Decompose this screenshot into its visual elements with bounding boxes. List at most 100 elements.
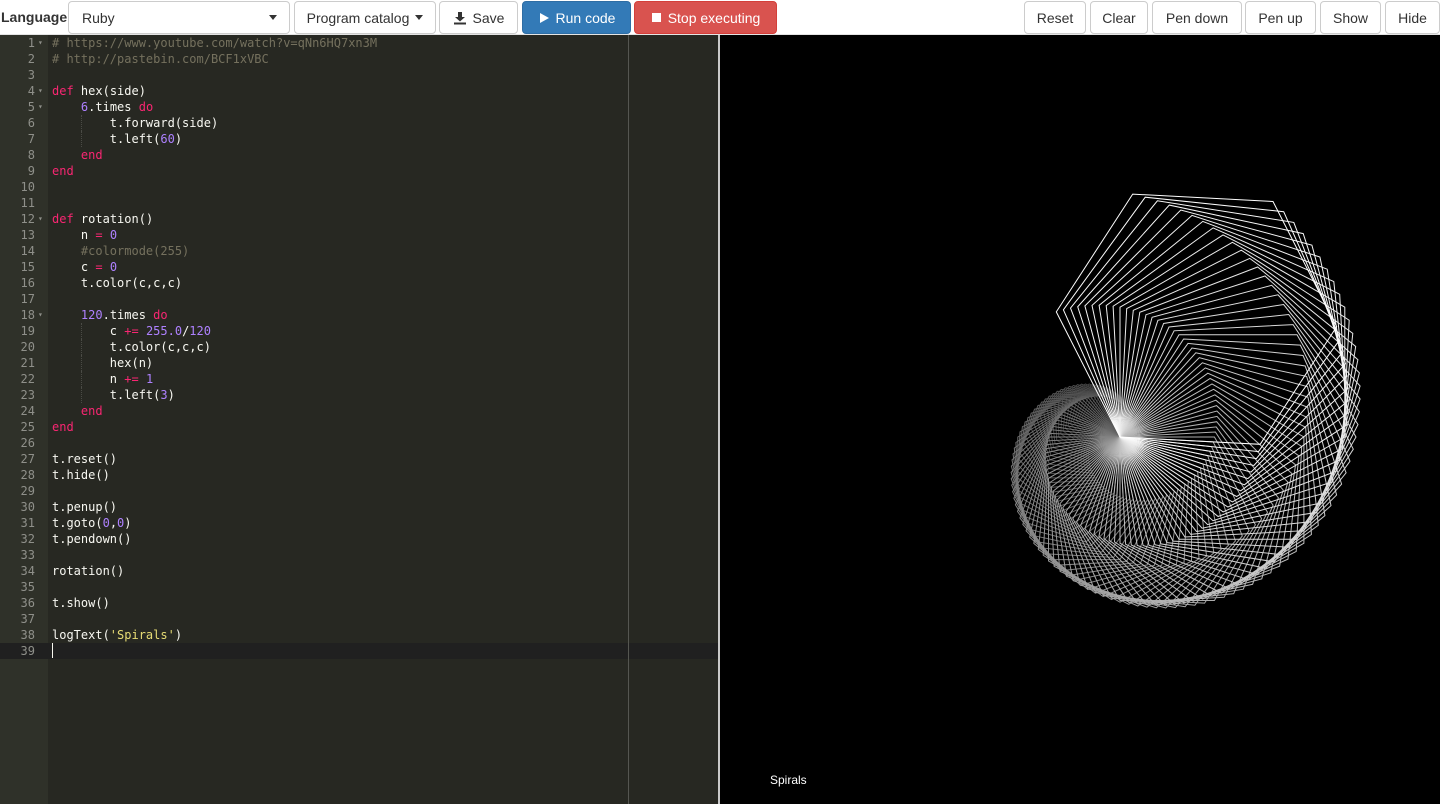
code-token: ) [167,388,175,402]
line-number: 34 [20,564,35,578]
reset-label: Reset [1036,9,1074,26]
save-button[interactable]: Save [439,1,518,34]
line-number: 4 [27,84,35,98]
pen-down-button[interactable]: Pen down [1152,1,1242,34]
program-catalog-label: Program catalog [306,9,410,26]
reset-button[interactable]: Reset [1024,1,1086,34]
code-line: 13 n = 0 [0,227,718,243]
line-number: 24 [20,404,35,418]
line-number: 21 [20,356,35,370]
code-line: 19 c += 255.0/120 [0,323,718,339]
code-line: 3 [0,67,718,83]
code-editor[interactable]: 1 ▾ # https://www.youtube.com/watch?v=qNn6… [0,35,718,804]
code-token: end [52,164,74,178]
line-number: 3 [27,68,35,82]
line-number: 35 [20,580,35,594]
play-icon [538,12,550,24]
code-line: 36 t.show() [0,595,718,611]
code-line: 10 [0,179,718,195]
code-token: 1 [145,372,154,386]
run-code-button[interactable]: Run code [522,1,631,34]
line-number: 7 [27,132,35,146]
code-text: t.forward(side) [52,115,218,131]
indent-guide [80,371,83,387]
line-number: 33 [20,548,35,562]
fold-toggle-icon[interactable]: ▾ [38,83,46,99]
code-text: t.color(c,c,c) [52,339,211,355]
code-text: 6.times do [52,99,153,115]
code-line: 39 [0,643,718,659]
code-token: do [153,308,168,322]
fold-toggle-icon[interactable]: ▾ [38,99,46,115]
spiral-hexagons [1010,193,1361,609]
code-line: 20 t.color(c,c,c) [0,339,718,355]
line-number: 12 [20,212,35,226]
stop-executing-button[interactable]: Stop executing [634,1,777,34]
line-number: 23 [20,388,35,402]
code-text: end [52,403,103,419]
line-number: 20 [20,340,35,354]
turtle-drawing [1010,193,1361,609]
code-token: t.hide() [52,468,110,482]
line-number: 26 [20,436,35,450]
language-select[interactable]: Ruby [68,1,290,34]
hide-button[interactable]: Hide [1385,1,1440,34]
code-line: 32 t.pendown() [0,531,718,547]
line-number: 19 [20,324,35,338]
code-text: # https://www.youtube.com/watch?v=qNn6HQ… [52,35,377,51]
clear-button[interactable]: Clear [1090,1,1148,34]
code-line: 24 end [0,403,718,419]
line-number: 27 [20,452,35,466]
code-token: 3 [160,388,168,402]
language-select-value: Ruby [82,9,115,26]
code-line: 21 hex(n) [0,355,718,371]
code-token: t.show() [52,596,110,610]
code-line: 1 ▾ # https://www.youtube.com/watch?v=qNn6… [0,35,718,51]
code-line: 37 [0,611,718,627]
fold-toggle-icon[interactable]: ▾ [38,211,46,227]
code-line: 5 ▾ 6.times do [0,99,718,115]
program-catalog-button[interactable]: Program catalog [294,1,436,34]
chevron-down-icon [269,15,277,20]
code-token: 0 [109,260,118,274]
code-line: 6 t.forward(side) [0,115,718,131]
code-line: 26 [0,435,718,451]
code-text: t.goto(0,0) [52,515,132,531]
fold-toggle-icon[interactable]: ▾ [38,35,46,51]
hide-label: Hide [1398,9,1427,26]
code-line: 8 end [0,147,718,163]
code-token: .times [88,100,139,114]
code-text: t.penup() [52,499,117,515]
turtle-canvas[interactable]: Spirals [720,35,1440,804]
line-number: 1 [27,36,35,50]
pen-down-label: Pen down [1165,9,1229,26]
indent-guide [80,355,83,371]
fold-toggle-icon[interactable]: ▾ [38,307,46,323]
pen-up-button[interactable]: Pen up [1245,1,1316,34]
code-token: ) [174,628,183,642]
code-token: end [80,148,103,162]
stop-executing-label: Stop executing [667,9,761,26]
code-line: 30 t.penup() [0,499,718,515]
code-line: 14 #colormode(255) [0,243,718,259]
show-label: Show [1332,9,1369,26]
code-token: 120 [189,324,211,338]
code-text: def hex(side) [52,83,146,99]
code-line: 33 [0,547,718,563]
show-button[interactable]: Show [1320,1,1381,34]
code-token: end [52,420,74,434]
code-token: n [52,228,96,242]
code-text: rotation() [52,563,124,579]
code-line: 7 t.left(60) [0,131,718,147]
code-text: end [52,147,103,163]
code-token: t.left( [52,388,161,402]
code-line: 15 c = 0 [0,259,718,275]
code-text: logText('Spirals') [52,627,182,643]
download-icon [453,11,467,25]
code-token: end [80,404,103,418]
code-token: logText( [52,628,110,642]
code-token: # http://pastebin.com/BCF1xVBC [52,52,269,66]
